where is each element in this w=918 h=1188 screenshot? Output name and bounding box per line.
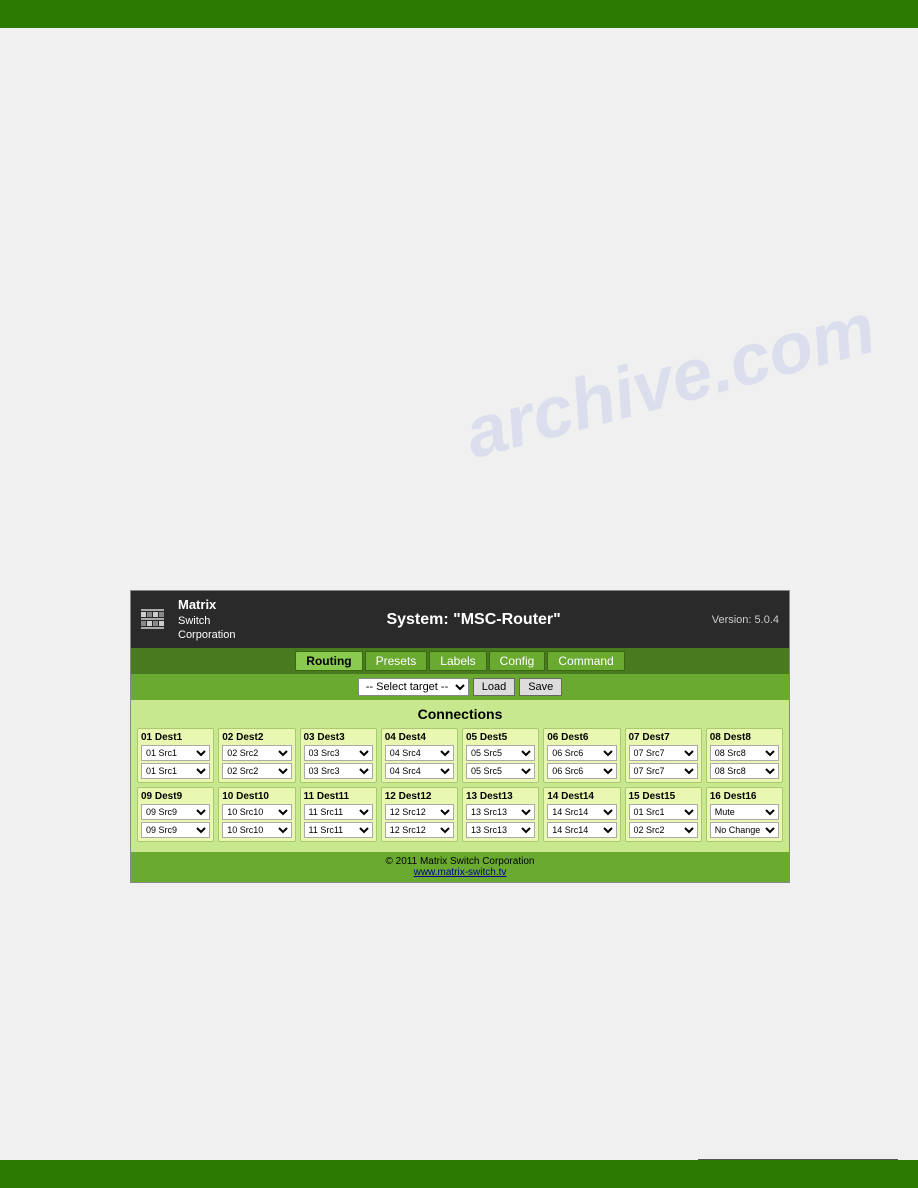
nav-routing[interactable]: Routing [295,651,362,671]
dest-block-16: 16 Dest16 Mute No Change [706,787,783,842]
dest-block-3: 03 Dest3 03 Src3 03 Src3 [300,728,377,783]
dest-select1-10[interactable]: 10 Src10 [222,804,291,820]
logo-area: Matrix Switch Corporation [141,597,235,642]
dest-block-5: 05 Dest5 05 Src5 05 Src5 [462,728,539,783]
nav-labels[interactable]: Labels [429,651,486,671]
dest-select1-8[interactable]: 08 Src8 [710,745,779,761]
system-title: System: "MSC-Router" [235,611,711,629]
load-button[interactable]: Load [473,678,515,696]
dest-select2-1[interactable]: 01 Src1 [141,763,210,779]
dest-select2-2[interactable]: 02 Src2 [222,763,291,779]
dest-select1-13[interactable]: 13 Src13 [466,804,535,820]
app-header: Matrix Switch Corporation System: "MSC-R… [131,591,789,648]
dest-label-8: 08 Dest8 [710,732,779,743]
dest-select2-3[interactable]: 03 Src3 [304,763,373,779]
nav-bar: Routing Presets Labels Config Command [131,648,789,674]
version-text: Version: 5.0.4 [712,614,779,626]
nav-command[interactable]: Command [547,651,624,671]
footer-link[interactable]: www.matrix-switch.tv [414,867,507,878]
dest-label-9: 09 Dest9 [141,791,210,802]
dest-select1-5[interactable]: 05 Src5 [466,745,535,761]
dest-grid: 01 Dest101 Src101 Src102 Dest202 Src202 … [137,728,783,842]
dest-select1-3[interactable]: 03 Src3 [304,745,373,761]
save-button[interactable]: Save [519,678,562,696]
dest-select1-9[interactable]: 09 Src9 [141,804,210,820]
dest-select2-15[interactable]: 02 Src2 [629,822,698,838]
dest-select1-16[interactable]: Mute [710,804,779,820]
dest-block-1: 01 Dest1 01 Src1 01 Src1 [137,728,214,783]
dest-label-3: 03 Dest3 [304,732,373,743]
dest-label-5: 05 Dest5 [466,732,535,743]
dest-label-2: 02 Dest2 [222,732,291,743]
dest-select1-7[interactable]: 07 Src7 [629,745,698,761]
connections-area: Connections 01 Dest1 01 Src1 01 Src1 02 Des… [131,700,789,852]
dest-label-15: 15 Dest15 [629,791,698,802]
dest-select1-14[interactable]: 14 Src14 [547,804,616,820]
footer-copyright: © 2011 Matrix Switch Corporation [135,856,785,867]
dest-select1-2[interactable]: 02 Src2 [222,745,291,761]
logo-icon [141,609,164,630]
toolbar: -- Select target -- Load Save [131,674,789,700]
dest-block-13: 13 Dest13 13 Src13 13 Src13 [462,787,539,842]
dest-block-15: 15 Dest15 01 Src1 02 Src2 [625,787,702,842]
dest-label-13: 13 Dest13 [466,791,535,802]
logo-name-main: Matrix [178,597,235,614]
dest-label-11: 11 Dest11 [304,791,373,802]
dest-label-1: 01 Dest1 [141,732,210,743]
nav-config[interactable]: Config [489,651,546,671]
dest-block-7: 07 Dest7 07 Src7 07 Src7 [625,728,702,783]
watermark: archive.com [457,287,884,475]
dest-block-12: 12 Dest12 12 Src12 12 Src12 [381,787,458,842]
dest-label-14: 14 Dest14 [547,791,616,802]
app-footer: © 2011 Matrix Switch Corporation www.mat… [131,852,789,882]
dest-select2-8[interactable]: 08 Src8 [710,763,779,779]
logo-name-2: Switch [178,614,235,628]
bottom-bar-line [698,1159,898,1160]
logo-name-3: Corporation [178,628,235,642]
dest-label-6: 06 Dest6 [547,732,616,743]
logo-text: Matrix Switch Corporation [178,597,235,642]
connections-title: Connections [137,706,783,722]
dest-select2-16[interactable]: No Change [710,822,779,838]
dest-select1-6[interactable]: 06 Src6 [547,745,616,761]
dest-block-8: 08 Dest8 08 Src8 08 Src8 [706,728,783,783]
dest-label-16: 16 Dest16 [710,791,779,802]
dest-select1-11[interactable]: 11 Src11 [304,804,373,820]
dest-select2-11[interactable]: 11 Src11 [304,822,373,838]
top-bar [0,0,918,28]
nav-presets[interactable]: Presets [365,651,428,671]
target-select[interactable]: -- Select target -- [358,678,469,696]
dest-select2-6[interactable]: 06 Src6 [547,763,616,779]
dest-label-12: 12 Dest12 [385,791,454,802]
dest-select2-4[interactable]: 04 Src4 [385,763,454,779]
dest-select1-12[interactable]: 12 Src12 [385,804,454,820]
dest-block-14: 14 Dest14 14 Src14 14 Src14 [543,787,620,842]
dest-block-6: 06 Dest6 06 Src6 06 Src6 [543,728,620,783]
dest-block-10: 10 Dest10 10 Src10 10 Src10 [218,787,295,842]
dest-select2-13[interactable]: 13 Src13 [466,822,535,838]
dest-select1-1[interactable]: 01 Src1 [141,745,210,761]
dest-select2-7[interactable]: 07 Src7 [629,763,698,779]
dest-select2-10[interactable]: 10 Src10 [222,822,291,838]
dest-select1-4[interactable]: 04 Src4 [385,745,454,761]
dest-select2-5[interactable]: 05 Src5 [466,763,535,779]
dest-select2-14[interactable]: 14 Src14 [547,822,616,838]
dest-select1-15[interactable]: 01 Src1 [629,804,698,820]
dest-select2-9[interactable]: 09 Src9 [141,822,210,838]
dest-block-2: 02 Dest2 02 Src2 02 Src2 [218,728,295,783]
dest-block-11: 11 Dest11 11 Src11 11 Src11 [300,787,377,842]
dest-block-9: 09 Dest9 09 Src9 09 Src9 [137,787,214,842]
bottom-bar [0,1160,918,1188]
dest-label-7: 07 Dest7 [629,732,698,743]
dest-label-4: 04 Dest4 [385,732,454,743]
dest-block-4: 04 Dest4 04 Src4 04 Src4 [381,728,458,783]
dest-select2-12[interactable]: 12 Src12 [385,822,454,838]
app-container: Matrix Switch Corporation System: "MSC-R… [130,590,790,883]
dest-label-10: 10 Dest10 [222,791,291,802]
